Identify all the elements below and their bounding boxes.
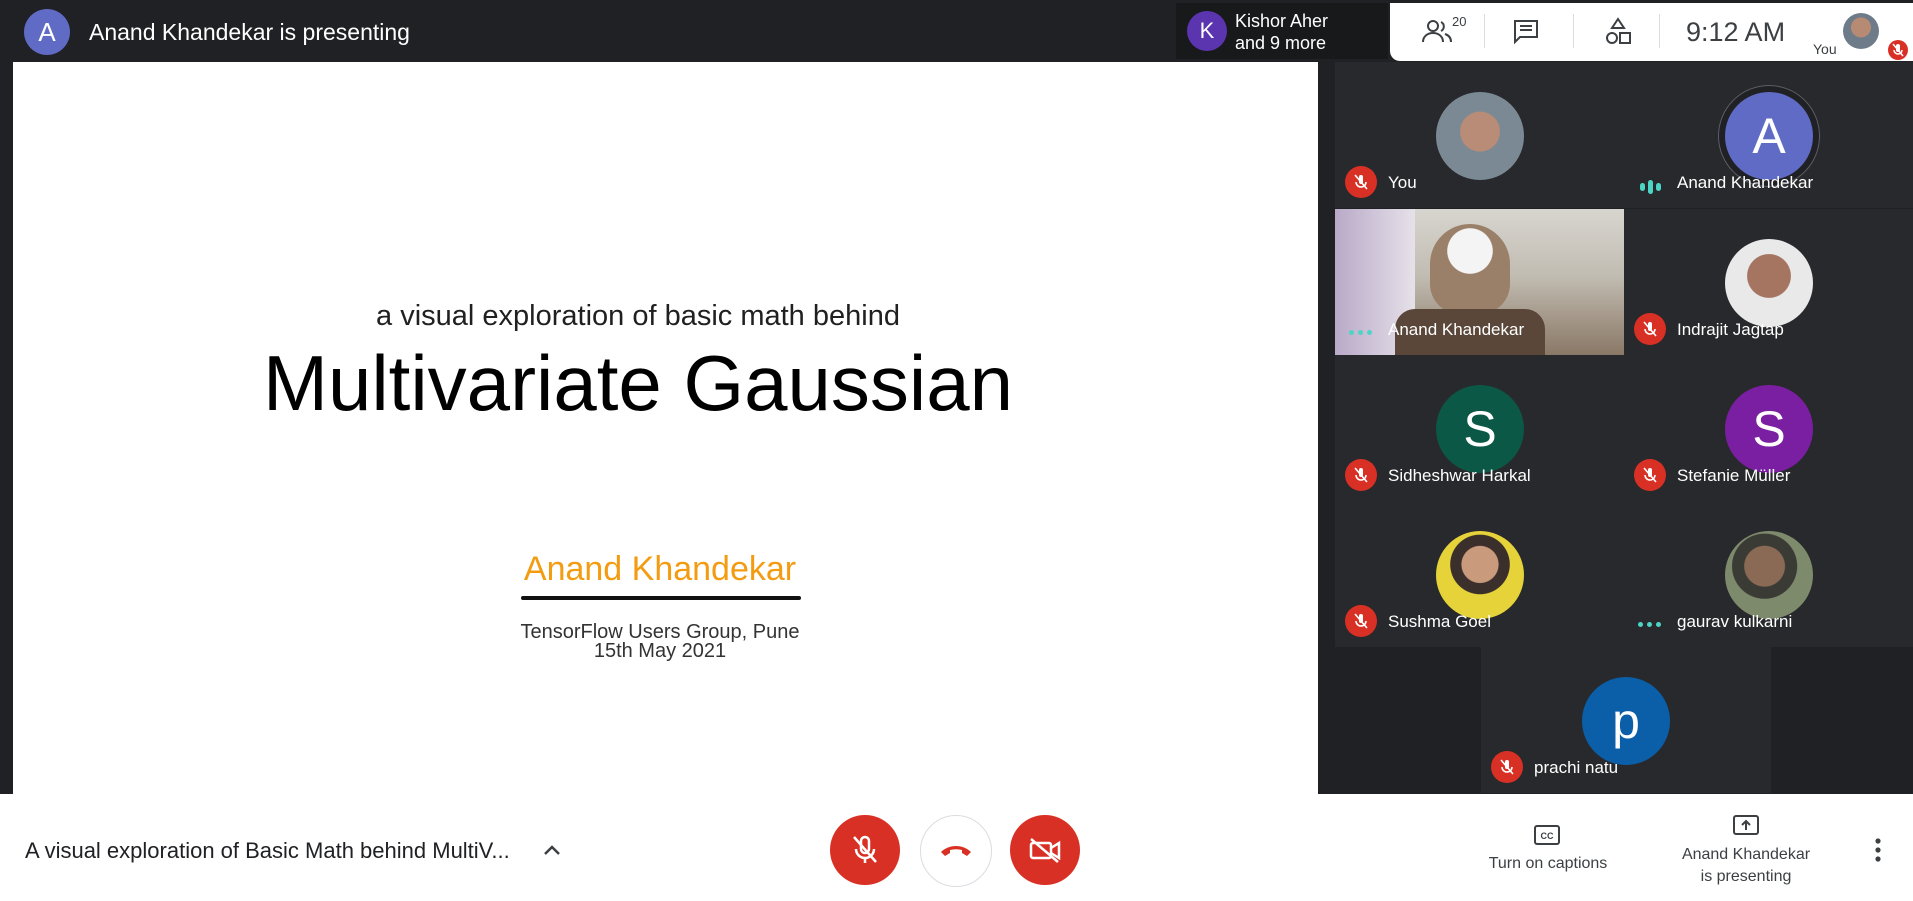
video-person xyxy=(1430,224,1510,314)
participant-grid: You A Anand Khandekar Anand Khandekar In… xyxy=(1335,62,1913,794)
captions-button-label[interactable]: Turn on captions xyxy=(1480,855,1616,873)
mic-off-icon xyxy=(1634,313,1666,345)
camera-toggle-button[interactable] xyxy=(1010,815,1080,885)
participant-tile[interactable]: A Anand Khandekar xyxy=(1624,62,1913,208)
present-screen-icon[interactable] xyxy=(1731,812,1761,840)
self-label: You xyxy=(1813,41,1837,57)
present-status-label[interactable]: Anand Khandekar is presenting xyxy=(1664,844,1828,888)
participant-name: Anand Khandekar xyxy=(1388,320,1525,339)
participant-tile[interactable]: S Stefanie Müller xyxy=(1624,355,1913,501)
mic-off-icon xyxy=(1345,459,1377,491)
leave-call-button[interactable] xyxy=(920,815,992,887)
participant-name: You xyxy=(1388,173,1417,192)
mic-toggle-button[interactable] xyxy=(830,815,900,885)
presenting-banner-text: Anand Khandekar is presenting xyxy=(89,19,410,45)
slide-subtitle: a visual exploration of basic math behin… xyxy=(376,300,900,332)
present-label-line1: Anand Khandekar xyxy=(1681,846,1811,863)
participant-tile[interactable]: You xyxy=(1335,62,1625,208)
svg-text:CC: CC xyxy=(1541,831,1554,841)
present-label-line2: is presenting xyxy=(1700,868,1792,885)
participant-name: prachi natu xyxy=(1534,758,1619,777)
participant-name: Sidheshwar Harkal xyxy=(1388,466,1531,485)
participant-tile[interactable]: p prachi natu xyxy=(1481,647,1771,793)
participant-avatar: S xyxy=(1725,385,1813,473)
meeting-title[interactable]: A visual exploration of Basic Math behin… xyxy=(25,838,510,864)
camera-off-icon xyxy=(1029,838,1061,863)
participant-name: Anand Khandekar xyxy=(1677,173,1814,192)
people-count: 20 xyxy=(1452,14,1467,29)
speaking-indicator-icon xyxy=(1640,180,1661,194)
clock: 9:12 AM xyxy=(1686,17,1786,47)
participant-tile[interactable]: Sushma Goel xyxy=(1335,501,1625,647)
participant-avatar: S xyxy=(1436,385,1524,473)
mic-off-icon xyxy=(1888,40,1908,60)
participant-photo xyxy=(1436,531,1524,619)
captions-icon[interactable]: CC xyxy=(1532,822,1562,848)
participant-photo xyxy=(1436,92,1524,180)
participant-name: Sushma Goel xyxy=(1388,612,1491,631)
participant-photo xyxy=(1725,531,1813,619)
divider xyxy=(1573,14,1574,48)
stage-border xyxy=(1318,62,1335,794)
divider xyxy=(1659,14,1660,48)
mic-off-icon xyxy=(1634,459,1666,491)
people-icon[interactable] xyxy=(1420,14,1454,48)
mic-off-icon xyxy=(853,835,877,863)
others-line2: and 9 more xyxy=(1235,33,1327,53)
others-line1: Kishor Aher xyxy=(1235,11,1329,31)
activities-icon[interactable] xyxy=(1601,14,1635,48)
more-dots-icon xyxy=(1638,622,1661,627)
slide-underline xyxy=(521,596,801,600)
mic-off-icon xyxy=(1345,166,1377,198)
divider xyxy=(1484,14,1485,48)
participant-name: Indrajit Jagtap xyxy=(1677,320,1784,339)
participant-tile[interactable]: Indrajit Jagtap xyxy=(1624,209,1913,355)
chat-icon[interactable] xyxy=(1509,14,1543,48)
participant-name: Stefanie Müller xyxy=(1677,466,1791,485)
chevron-up-icon[interactable] xyxy=(540,838,564,862)
more-options-icon[interactable] xyxy=(1868,836,1888,864)
slide-title: Multivariate Gaussian xyxy=(263,339,1013,427)
mic-off-icon xyxy=(1345,605,1377,637)
others-avatar: K xyxy=(1187,11,1227,51)
self-avatar xyxy=(1843,13,1879,49)
others-summary: Kishor Aher and 9 more xyxy=(1235,10,1328,54)
mic-off-icon xyxy=(1491,751,1523,783)
participant-video-tile[interactable]: Anand Khandekar xyxy=(1335,209,1625,355)
presenter-avatar: A xyxy=(24,9,70,55)
stage-border xyxy=(0,62,13,794)
participant-tile[interactable]: S Sidheshwar Harkal xyxy=(1335,355,1625,501)
more-dots-icon xyxy=(1349,330,1372,335)
participant-name: gaurav kulkarni xyxy=(1677,612,1793,631)
participant-photo xyxy=(1725,239,1813,327)
participant-avatar: p xyxy=(1582,677,1670,765)
participant-avatar: A xyxy=(1725,92,1813,180)
slide-org-block: TensorFlow Users Group, Pune 15th May 20… xyxy=(430,622,890,662)
slide-date: 15th May 2021 xyxy=(593,640,727,662)
participant-tile[interactable]: gaurav kulkarni xyxy=(1624,501,1913,647)
hang-up-icon xyxy=(941,846,971,856)
slide-author: Anand Khandekar xyxy=(523,550,797,588)
